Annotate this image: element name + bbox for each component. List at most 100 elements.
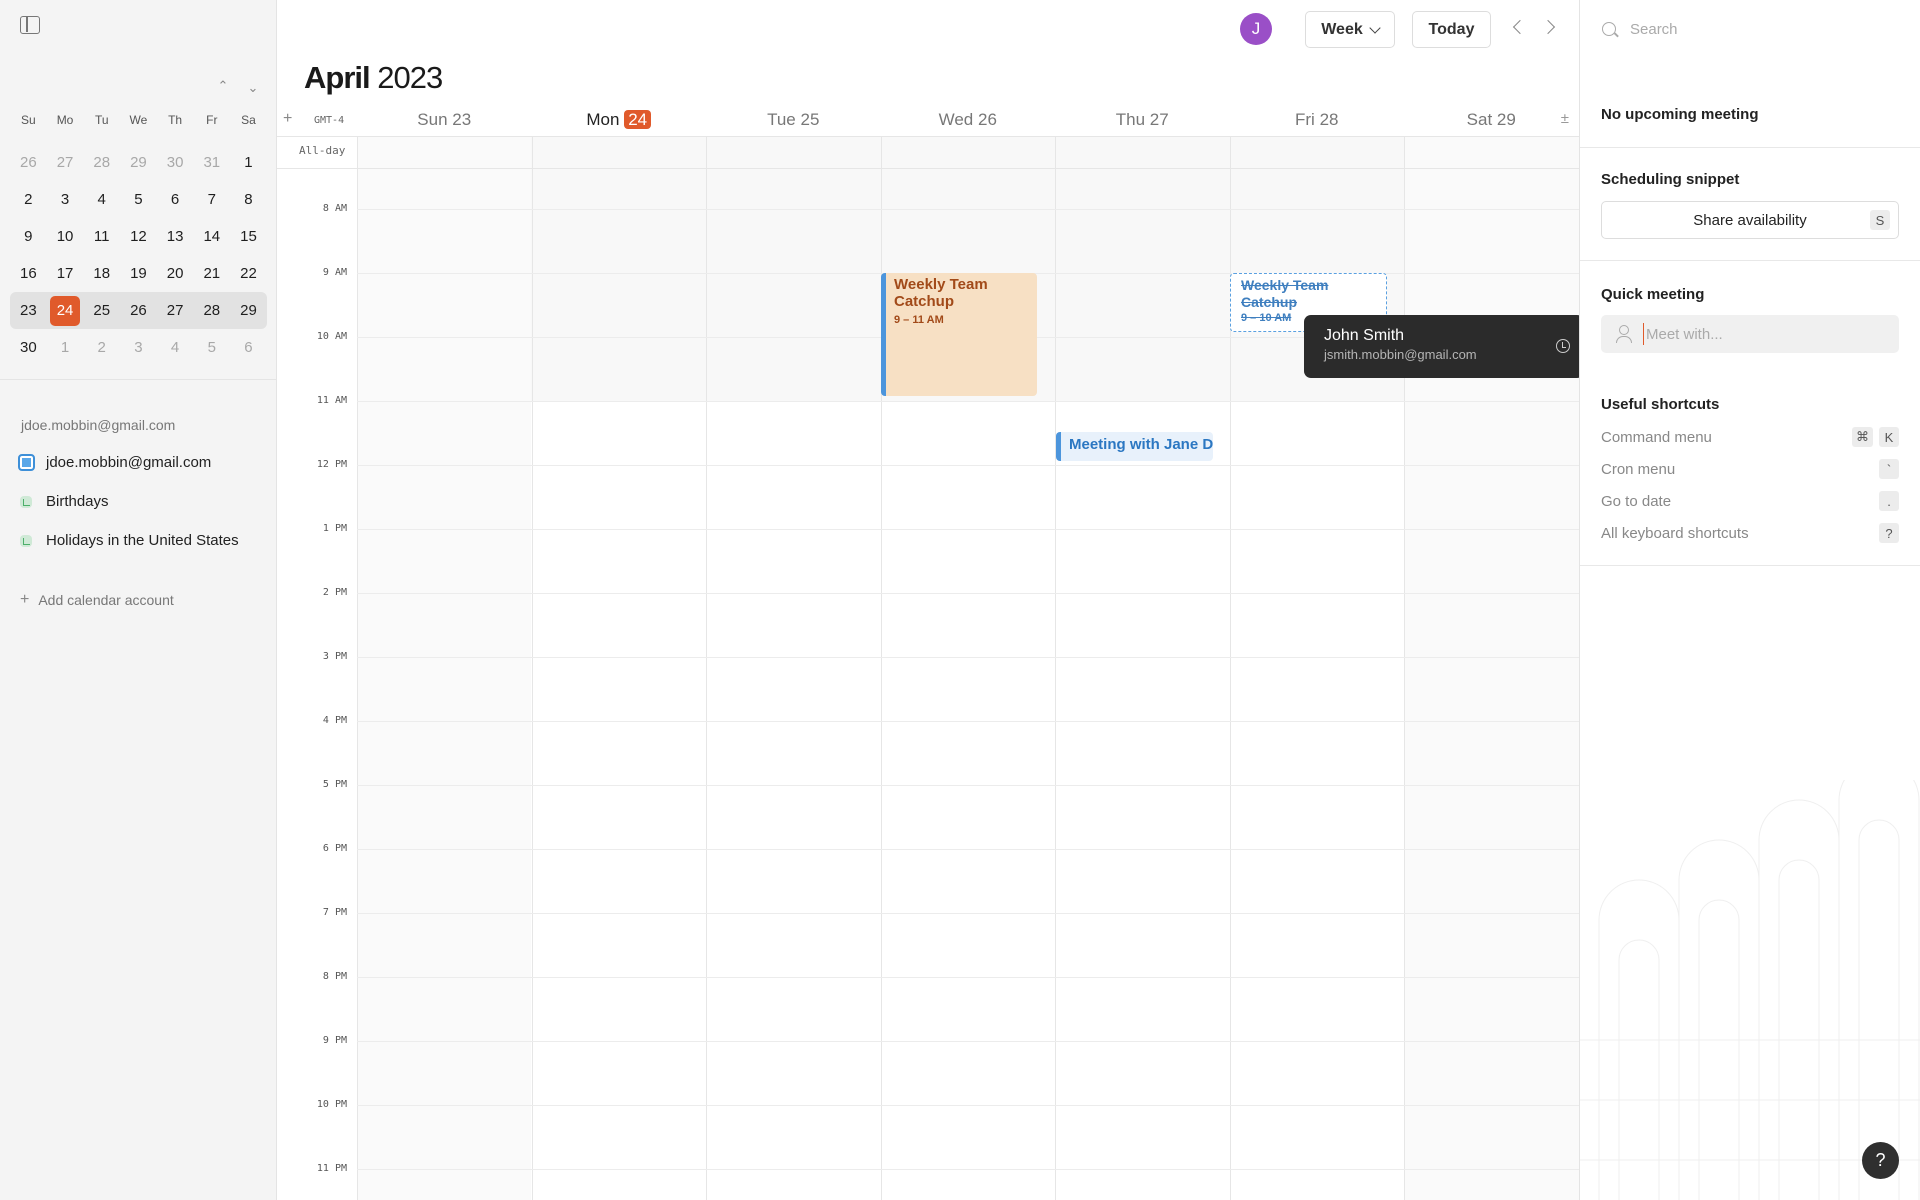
mini-calendar-day[interactable]: 4	[157, 329, 194, 366]
weekday-label: Fr	[206, 113, 218, 127]
mini-calendar-day[interactable]: 3	[47, 181, 84, 218]
day-number: 29	[1496, 110, 1516, 129]
hour-label: 3 PM	[322, 651, 347, 662]
add-timezone-icon[interactable]: +	[283, 110, 292, 128]
event-meeting-with-jane[interactable]: Meeting with Jane D	[1056, 432, 1213, 461]
view-select-button[interactable]: Week	[1305, 11, 1395, 48]
right-panel: No upcoming meeting Scheduling snippet S…	[1579, 0, 1920, 1200]
mini-calendar-day[interactable]: 27	[47, 144, 84, 181]
mini-calendar-day[interactable]: 4	[83, 181, 120, 218]
shortcut-key: .	[1879, 491, 1899, 511]
day-name: Sat	[1466, 110, 1493, 129]
week-view: J Week Today April 2023 + GMT-4 Sun 23 Mo…	[277, 0, 1584, 1200]
chevron-up-icon[interactable]: ⌃	[212, 78, 234, 94]
attendee-tooltip[interactable]: John Smith jsmith.mobbin@gmail.com	[1304, 315, 1584, 378]
shortcut-label: Cron menu	[1601, 460, 1676, 478]
hour-line	[357, 785, 1579, 786]
previous-week-icon[interactable]	[1512, 19, 1528, 35]
mini-calendar-day[interactable]: 2	[10, 181, 47, 218]
mini-calendar-day[interactable]: 26	[10, 144, 47, 181]
mini-calendar-day[interactable]: 8	[230, 181, 267, 218]
next-week-icon[interactable]	[1540, 19, 1556, 35]
avatar[interactable]: J	[1240, 13, 1272, 45]
mini-calendar-day[interactable]: 27	[157, 292, 194, 329]
day-header-tue[interactable]: Tue 25	[706, 108, 881, 136]
calendar-item-primary[interactable]: jdoe.mobbin@gmail.com	[18, 454, 211, 471]
day-header-fri[interactable]: Fri 28	[1230, 108, 1405, 136]
day-header-mon[interactable]: Mon 24	[532, 108, 707, 136]
shortcut-all-keyboard[interactable]: All keyboard shortcuts ?	[1601, 523, 1899, 543]
mini-calendar-day[interactable]: 6	[230, 329, 267, 366]
mini-calendar-day[interactable]: 5	[120, 181, 157, 218]
history-icon[interactable]	[1556, 339, 1570, 353]
mini-calendar-day[interactable]: 14	[193, 218, 230, 255]
today-badge: 24	[624, 110, 652, 129]
mini-calendar-day[interactable]: 1	[230, 144, 267, 181]
mini-calendar-day[interactable]: 23	[10, 292, 47, 329]
timezone-label[interactable]: GMT-4	[314, 115, 344, 126]
mini-calendar-day[interactable]: 29	[230, 292, 267, 329]
event-time: 9 – 11 AM	[894, 314, 944, 326]
mini-calendar-day[interactable]: 17	[47, 255, 84, 292]
share-availability-button[interactable]: Share availability S	[1601, 201, 1899, 239]
person-icon	[1616, 325, 1632, 343]
mini-calendar-day[interactable]: 29	[120, 144, 157, 181]
mini-calendar-today[interactable]: 24	[47, 292, 84, 329]
mini-calendar-day[interactable]: 22	[230, 255, 267, 292]
collapse-icon[interactable]: ±	[1561, 110, 1569, 127]
mini-calendar-day[interactable]: 21	[193, 255, 230, 292]
shortcut-command-menu[interactable]: Command menu ⌘ K	[1601, 427, 1899, 447]
mini-calendar-day[interactable]: 20	[157, 255, 194, 292]
calendar-checkbox[interactable]	[20, 534, 32, 547]
calendar-item-birthdays[interactable]: Birthdays	[18, 493, 109, 510]
mini-calendar-day[interactable]: 2	[83, 329, 120, 366]
calendar-checkbox[interactable]	[18, 454, 35, 471]
mini-calendar-day[interactable]: 26	[120, 292, 157, 329]
event-weekly-team-catchup[interactable]: Weekly Team Catchup 9 – 11 AM	[881, 273, 1037, 396]
hour-line	[357, 913, 1579, 914]
meet-with-field[interactable]	[1601, 315, 1899, 353]
event-title: Weekly Team Catchup	[894, 276, 988, 310]
calendar-app: ⌃ ⌄ Su Mo Tu We Th Fr Sa 26 27 28 29 30 31 1 2 3…	[0, 0, 1920, 1200]
mini-calendar-day[interactable]: 30	[10, 329, 47, 366]
mini-calendar-day[interactable]: 16	[10, 255, 47, 292]
add-calendar-account-label: Add calendar account	[38, 592, 174, 608]
calendar-checkbox[interactable]	[20, 495, 32, 508]
mini-calendar-day[interactable]: 15	[230, 218, 267, 255]
help-button[interactable]: ?	[1862, 1142, 1899, 1179]
shortcut-label: Go to date	[1601, 492, 1672, 510]
day-header-sat[interactable]: Sat 29	[1404, 108, 1579, 136]
shortcut-go-to-date[interactable]: Go to date .	[1601, 491, 1899, 511]
hour-line	[357, 529, 1579, 530]
mini-calendar-day[interactable]: 18	[83, 255, 120, 292]
calendar-item-holidays[interactable]: Holidays in the United States	[18, 532, 239, 549]
mini-calendar-day[interactable]: 31	[193, 144, 230, 181]
hour-label: 7 PM	[322, 907, 347, 918]
mini-calendar-day[interactable]: 6	[157, 181, 194, 218]
all-day-row[interactable]: All-day	[277, 137, 1579, 169]
chevron-down-icon[interactable]: ⌄	[242, 80, 264, 96]
meet-with-input[interactable]	[1643, 323, 1883, 345]
mini-calendar-day[interactable]: 1	[47, 329, 84, 366]
day-header-wed[interactable]: Wed 26	[881, 108, 1056, 136]
mini-calendar-day[interactable]: 10	[47, 218, 84, 255]
day-header-thu[interactable]: Thu 27	[1055, 108, 1230, 136]
add-calendar-account-button[interactable]: + Add calendar account	[20, 591, 174, 609]
day-header-sun[interactable]: Sun 23	[357, 108, 532, 136]
shortcut-cron-menu[interactable]: Cron menu `	[1601, 459, 1899, 479]
mini-calendar-day[interactable]: 30	[157, 144, 194, 181]
mini-calendar-day[interactable]: 28	[83, 144, 120, 181]
today-button[interactable]: Today	[1412, 11, 1491, 48]
mini-calendar-day[interactable]: 13	[157, 218, 194, 255]
sidebar-toggle-icon[interactable]	[20, 16, 40, 34]
mini-calendar-day[interactable]: 5	[193, 329, 230, 366]
weekday-label: Su	[21, 113, 36, 127]
mini-calendar-day[interactable]: 3	[120, 329, 157, 366]
mini-calendar-day[interactable]: 7	[193, 181, 230, 218]
mini-calendar-day[interactable]: 19	[120, 255, 157, 292]
mini-calendar-day[interactable]: 11	[83, 218, 120, 255]
mini-calendar-day[interactable]: 28	[193, 292, 230, 329]
mini-calendar-day[interactable]: 12	[120, 218, 157, 255]
mini-calendar-day[interactable]: 25	[83, 292, 120, 329]
mini-calendar-day[interactable]: 9	[10, 218, 47, 255]
